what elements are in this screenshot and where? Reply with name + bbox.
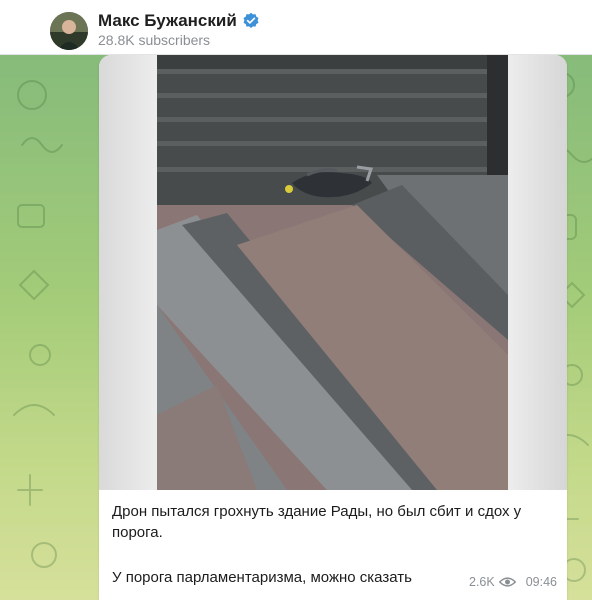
- verified-badge-icon: [243, 12, 259, 29]
- eye-icon: [498, 577, 516, 587]
- post-text: Дрон пытался грохнуть здание Рады, но бы…: [112, 503, 522, 541]
- channel-name[interactable]: Макс Бужанский: [98, 11, 237, 31]
- channel-post[interactable]: Дрон пытался грохнуть здание Рады, но бы…: [99, 55, 567, 600]
- photo-drone-on-steps[interactable]: [157, 55, 508, 490]
- post-meta: 2.6K 09:46: [469, 575, 557, 589]
- subscriber-count: 28.8K subscribers: [98, 32, 211, 48]
- post-media[interactable]: [99, 55, 567, 490]
- post-time: 09:46: [525, 575, 557, 589]
- channel-header[interactable]: Макс Бужанский 28.8K subscribers: [0, 0, 592, 55]
- view-count: 2.6K: [469, 575, 495, 589]
- post-text-second: У порога парламентаризма, можно сказать: [112, 569, 412, 586]
- channel-avatar[interactable]: [50, 12, 88, 50]
